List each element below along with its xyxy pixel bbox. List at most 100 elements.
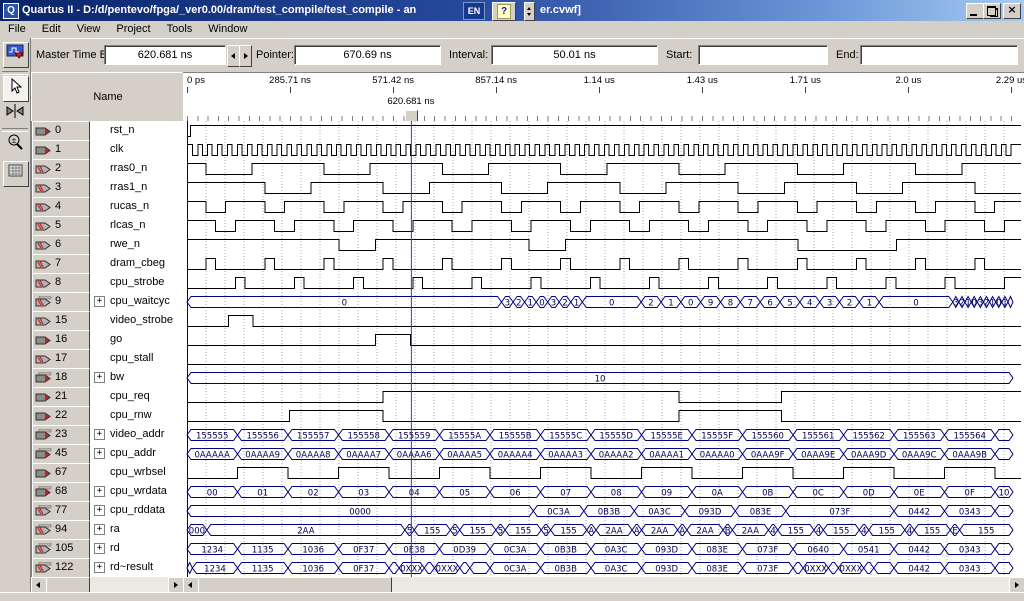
full-screen-tool-button[interactable]	[3, 161, 29, 187]
signal-row-dram_cbeg[interactable]: 7dram_cbeg	[32, 254, 184, 273]
signal-id-badge[interactable]: 21	[32, 387, 90, 407]
signal-name-cell[interactable]: video_strobe	[90, 311, 184, 330]
menu-project[interactable]: Project	[108, 21, 158, 35]
signal-id-badge[interactable]: 77	[32, 501, 90, 521]
signal-name-cell[interactable]: +ra	[90, 520, 184, 539]
signal-id-badge[interactable]: 6	[32, 235, 90, 255]
signal-id-badge[interactable]: 9	[32, 292, 90, 312]
signal-name-cell[interactable]: rwe_n	[90, 235, 184, 254]
signal-row-cpu_addr[interactable]: 45+cpu_addr	[32, 444, 184, 463]
signal-name-cell[interactable]: +cpu_waitcyc	[90, 292, 184, 311]
signal-name-cell[interactable]: cpu_req	[90, 387, 184, 406]
expand-icon[interactable]: +	[94, 543, 105, 554]
signal-name-cell[interactable]: rlcas_n	[90, 216, 184, 235]
signal-name-cell[interactable]: cpu_strobe	[90, 273, 184, 292]
signal-row-rst_n[interactable]: 0rst_n	[32, 121, 184, 140]
signal-id-badge[interactable]: 5	[32, 216, 90, 236]
start-field[interactable]	[698, 45, 828, 65]
menu-window[interactable]: Window	[200, 21, 255, 35]
signal-id-badge[interactable]: 68	[32, 482, 90, 502]
signal-row-cpu_wrdata[interactable]: 68+cpu_wrdata	[32, 482, 184, 501]
signal-row-rwe_n[interactable]: 6rwe_n	[32, 235, 184, 254]
signal-id-badge[interactable]: 17	[32, 349, 90, 369]
signal-name-cell[interactable]: +cpu_rddata	[90, 501, 184, 520]
signal-row-cpu_stall[interactable]: 17cpu_stall	[32, 349, 184, 368]
signal-name-cell[interactable]: +bw	[90, 368, 184, 387]
signal-id-badge[interactable]: 15	[32, 311, 90, 331]
minimize-button[interactable]	[966, 3, 984, 19]
signal-name-cell[interactable]: rras0_n	[90, 159, 184, 178]
signal-id-badge[interactable]: 16	[32, 330, 90, 350]
signal-row-video_addr[interactable]: 23+video_addr	[32, 425, 184, 444]
signal-row-cpu_rnw[interactable]: 22cpu_rnw	[32, 406, 184, 425]
signal-name-cell[interactable]: cpu_rnw	[90, 406, 184, 425]
master-time-bar-field[interactable]: 620.681 ns	[104, 45, 226, 65]
signal-name-cell[interactable]: cpu_stall	[90, 349, 184, 368]
signal-id-badge[interactable]: 4	[32, 197, 90, 217]
signal-name-cell[interactable]: rucas_n	[90, 197, 184, 216]
end-field[interactable]	[860, 45, 1018, 65]
expand-icon[interactable]: +	[94, 562, 105, 573]
signal-id-badge[interactable]: 94	[32, 520, 90, 540]
signal-name-cell[interactable]: rras1_n	[90, 178, 184, 197]
signal-id-badge[interactable]: 1	[32, 140, 90, 160]
signal-name-cell[interactable]: +video_addr	[90, 425, 184, 444]
signal-id-badge[interactable]: 7	[32, 254, 90, 274]
signal-row-rd~result[interactable]: 122+rd~result	[32, 558, 184, 577]
expand-icon[interactable]: +	[94, 372, 105, 383]
signal-name-cell[interactable]: dram_cbeg	[90, 254, 184, 273]
language-bar-divider[interactable]	[524, 2, 535, 21]
signal-id-badge[interactable]: 3	[32, 178, 90, 198]
selection-tool-button[interactable]	[3, 76, 29, 102]
expand-icon[interactable]: +	[94, 296, 105, 307]
signal-row-rras0_n[interactable]: 2rras0_n	[32, 159, 184, 178]
signal-row-bw[interactable]: 18+bw	[32, 368, 184, 387]
signal-row-video_strobe[interactable]: 15video_strobe	[32, 311, 184, 330]
signal-id-badge[interactable]: 23	[32, 425, 90, 445]
signal-name-cell[interactable]: +cpu_wrdata	[90, 482, 184, 501]
expand-icon[interactable]: +	[94, 448, 105, 459]
signal-row-rlcas_n[interactable]: 5rlcas_n	[32, 216, 184, 235]
quartus-app-icon[interactable]: Q	[3, 3, 19, 19]
names-hscrollbar[interactable]	[31, 577, 183, 592]
signal-name-cell[interactable]: rst_n	[90, 121, 184, 140]
wave-hscrollbar[interactable]	[183, 577, 1024, 592]
signal-name-cell[interactable]: clk	[90, 140, 184, 159]
language-badge[interactable]: EN	[463, 2, 485, 20]
signal-row-go[interactable]: 16go	[32, 330, 184, 349]
signal-name-cell[interactable]: go	[90, 330, 184, 349]
waveform-editor-icon[interactable]	[3, 42, 29, 68]
master-time-next-button[interactable]	[239, 45, 252, 67]
close-button[interactable]: ×	[1003, 3, 1021, 19]
signal-id-badge[interactable]: 67	[32, 463, 90, 483]
signal-row-cpu_req[interactable]: 21cpu_req	[32, 387, 184, 406]
expand-icon[interactable]: +	[94, 505, 105, 516]
signal-row-ra[interactable]: 94+ra	[32, 520, 184, 539]
signal-row-cpu_rddata[interactable]: 77+cpu_rddata	[32, 501, 184, 520]
signal-row-cpu_waitcyc[interactable]: 9+cpu_waitcyc	[32, 292, 184, 311]
signal-id-badge[interactable]: 8	[32, 273, 90, 293]
restore-button[interactable]	[983, 3, 1001, 19]
signal-row-rucas_n[interactable]: 4rucas_n	[32, 197, 184, 216]
zoom-tool-button[interactable]: ±	[3, 133, 27, 157]
signal-row-cpu_strobe[interactable]: 8cpu_strobe	[32, 273, 184, 292]
menu-edit[interactable]: Edit	[34, 21, 69, 35]
signal-row-rd[interactable]: 105+rd	[32, 539, 184, 558]
signal-id-badge[interactable]: 22	[32, 406, 90, 426]
signal-row-rras1_n[interactable]: 3rras1_n	[32, 178, 184, 197]
waveform-area[interactable]: 0321032102109876543210321032101101555551…	[183, 121, 1024, 577]
signal-row-clk[interactable]: 1clk	[32, 140, 184, 159]
expand-icon[interactable]: +	[94, 524, 105, 535]
time-bar-tool-button[interactable]	[3, 102, 27, 126]
signal-name-cell[interactable]: +rd	[90, 539, 184, 558]
expand-icon[interactable]: +	[94, 486, 105, 497]
signal-id-badge[interactable]: 0	[32, 121, 90, 141]
menu-tools[interactable]: Tools	[159, 21, 201, 35]
signal-id-badge[interactable]: 45	[32, 444, 90, 464]
signal-name-cell[interactable]: +cpu_addr	[90, 444, 184, 463]
signal-id-badge[interactable]: 18	[32, 368, 90, 388]
signal-id-badge[interactable]: 122	[32, 558, 90, 577]
signal-name-cell[interactable]: cpu_wrbsel	[90, 463, 184, 482]
menu-file[interactable]: File	[0, 21, 34, 35]
menu-view[interactable]: View	[69, 21, 109, 35]
